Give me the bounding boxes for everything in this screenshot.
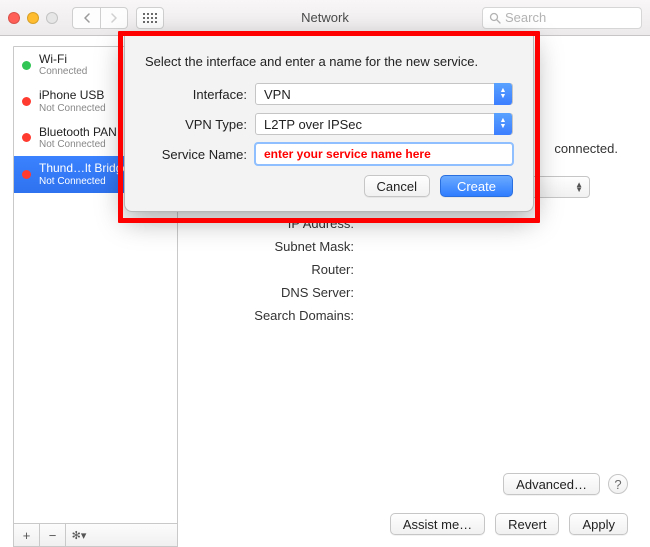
search-domains-label: Search Domains: <box>194 308 364 323</box>
add-service-button[interactable]: + <box>14 524 40 546</box>
chevron-updown-icon: ▲▼ <box>494 83 512 105</box>
revert-button[interactable]: Revert <box>495 513 559 535</box>
nav-group <box>72 7 128 29</box>
new-service-sheet: Select the interface and enter a name fo… <box>124 36 534 212</box>
interface-label: Interface: <box>145 87 255 102</box>
status-dot-icon <box>22 97 31 106</box>
service-actions-button[interactable]: ✻▾ <box>66 524 92 546</box>
service-name-label: Service Name: <box>145 147 255 162</box>
back-button[interactable] <box>72 7 100 29</box>
service-name-input[interactable] <box>255 143 513 165</box>
help-button[interactable]: ? <box>608 474 628 494</box>
status-text-fragment: connected. <box>554 141 618 156</box>
apply-button[interactable]: Apply <box>569 513 628 535</box>
remove-service-button[interactable]: − <box>40 524 66 546</box>
forward-button[interactable] <box>100 7 128 29</box>
sidebar-item-status: Connected <box>39 66 87 78</box>
sidebar-footer: + − ✻▾ <box>13 523 178 547</box>
zoom-window-icon[interactable] <box>46 12 58 24</box>
ip-address-label: IP Address: <box>194 216 364 231</box>
sheet-title: Select the interface and enter a name fo… <box>145 54 513 69</box>
dns-server-label: DNS Server: <box>194 285 364 300</box>
minimize-window-icon[interactable] <box>27 12 39 24</box>
search-input[interactable]: Search <box>482 7 642 29</box>
window-controls <box>8 12 58 24</box>
interface-value: VPN <box>264 87 291 102</box>
search-placeholder: Search <box>505 10 546 25</box>
status-dot-icon <box>22 170 31 179</box>
sidebar-item-status: Not Connected <box>39 176 129 188</box>
vpn-type-value: L2TP over IPSec <box>264 117 362 132</box>
vpn-type-select[interactable]: L2TP over IPSec ▲▼ <box>255 113 513 135</box>
sidebar-item-status: Not Connected <box>39 103 106 115</box>
chevron-updown-icon: ▲▼ <box>494 113 512 135</box>
content: Wi-Fi Connected iPhone USB Not Connected… <box>0 36 650 547</box>
interface-select[interactable]: VPN ▲▼ <box>255 83 513 105</box>
create-button[interactable]: Create <box>440 175 513 197</box>
advanced-button[interactable]: Advanced… <box>503 473 600 495</box>
sidebar-item-label: Bluetooth PAN <box>39 125 117 139</box>
subnet-mask-label: Subnet Mask: <box>194 239 364 254</box>
status-dot-icon <box>22 61 31 70</box>
search-icon <box>489 12 501 24</box>
titlebar: Network Search <box>0 0 650 36</box>
assist-me-button[interactable]: Assist me… <box>390 513 485 535</box>
router-label: Router: <box>194 262 364 277</box>
status-dot-icon <box>22 133 31 142</box>
sidebar-item-label: Thund…lt Bridge <box>39 161 129 175</box>
sidebar-item-label: iPhone USB <box>39 88 106 102</box>
show-all-button[interactable] <box>136 7 164 29</box>
cancel-button[interactable]: Cancel <box>364 175 430 197</box>
sidebar-item-label: Wi-Fi <box>39 52 87 66</box>
vpn-type-label: VPN Type: <box>145 117 255 132</box>
close-window-icon[interactable] <box>8 12 20 24</box>
sidebar-item-status: Not Connected <box>39 139 117 151</box>
